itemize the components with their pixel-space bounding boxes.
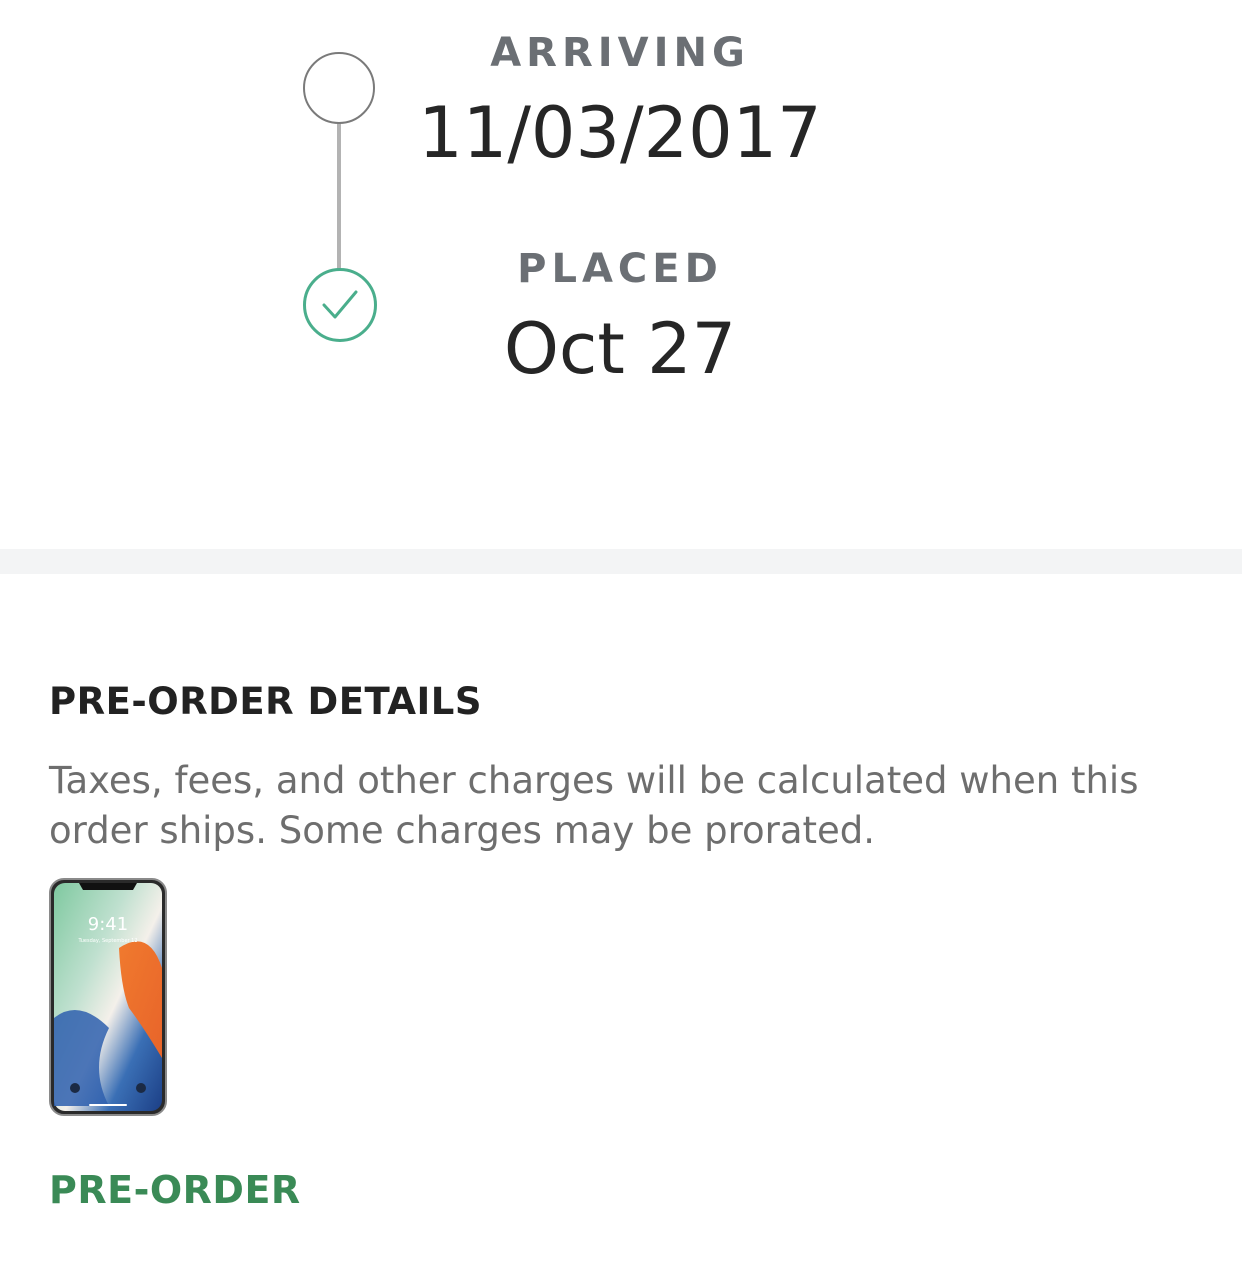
pre-order-badge: PRE-ORDER [49, 1168, 301, 1212]
pre-order-details-heading: PRE-ORDER DETAILS [49, 680, 483, 723]
phone-screen-time: 9:41 [88, 914, 128, 935]
phone-image[interactable]: 9:41 Tuesday, September 12 [49, 878, 167, 1116]
check-icon [322, 290, 358, 319]
placed-date: Oct 27 [503, 308, 737, 390]
arriving-label: ARRIVING [490, 30, 750, 76]
pre-order-details-text: Taxes, fees, and other charges will be c… [49, 759, 1139, 852]
arriving-date: 11/03/2017 [418, 92, 822, 174]
empty-circle-icon [303, 52, 375, 124]
phone-screen-date: Tuesday, September 12 [77, 938, 137, 944]
check-circle-icon [303, 268, 377, 342]
placed-label: PLACED [517, 246, 723, 292]
section-divider [0, 549, 1242, 574]
timeline-connector [337, 122, 341, 272]
order-status-page: ARRIVING 11/03/2017 PLACED Oct 27 PRE-OR… [0, 0, 1242, 1267]
